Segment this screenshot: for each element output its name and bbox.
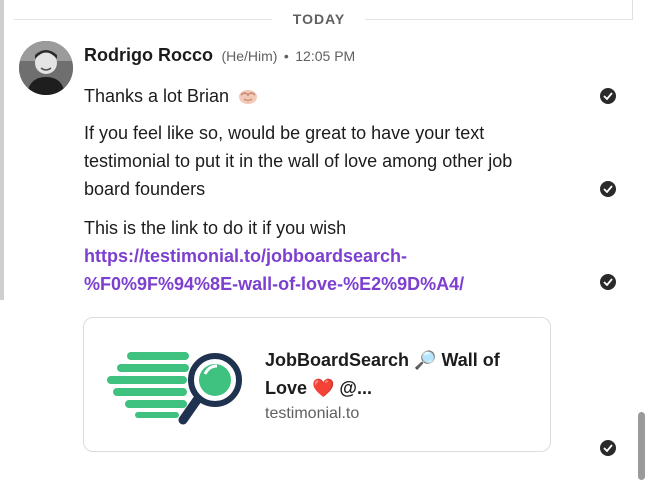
handshake-emoji-icon: [238, 85, 258, 113]
check-icon[interactable]: [600, 274, 616, 290]
message-header: Rodrigo Rocco (He/Him) • 12:05 PM: [84, 45, 355, 69]
check-icon[interactable]: [600, 440, 616, 456]
sender-name[interactable]: Rodrigo Rocco: [84, 45, 213, 65]
left-scroll-indicator: [0, 0, 4, 300]
sender-pronouns: (He/Him): [221, 48, 278, 64]
check-icon[interactable]: [600, 88, 616, 104]
link-preview-title[interactable]: JobBoardSearch 🔎 Wall of Love ❤️ @...: [265, 346, 505, 402]
scrollbar-thumb[interactable]: [638, 412, 645, 480]
meta-separator: •: [283, 48, 289, 64]
link-preview-card[interactable]: JobBoardSearch 🔎 Wall of Love ❤️ @... te…: [83, 317, 551, 452]
message-text-1: Thanks a lot Brian: [84, 82, 544, 113]
message-text-3-prefix: This is the link to do it if you wish: [84, 218, 347, 238]
scrollbar[interactable]: [633, 0, 649, 480]
testimonial-link[interactable]: https://testimonial.to/jobboardsearch-%F…: [84, 246, 464, 294]
link-preview-domain: testimonial.to: [265, 405, 360, 422]
message-text-3: This is the link to do it if you wish ht…: [84, 214, 514, 298]
check-icon[interactable]: [600, 181, 616, 197]
left-scroll-thumb: [0, 0, 4, 300]
message-text-1-content: Thanks a lot Brian: [84, 86, 230, 106]
message-timestamp[interactable]: 12:05 PM: [295, 48, 355, 64]
divider-line-right: [365, 19, 632, 20]
day-divider: TODAY: [0, 0, 632, 40]
avatar[interactable]: [19, 41, 73, 95]
avatar-photo: [19, 41, 73, 95]
magnifier-logo-icon: [107, 346, 247, 426]
message-text-2: If you feel like so, would be great to h…: [84, 123, 513, 199]
divider-line-left: [14, 19, 272, 20]
day-divider-label[interactable]: TODAY: [272, 11, 366, 27]
